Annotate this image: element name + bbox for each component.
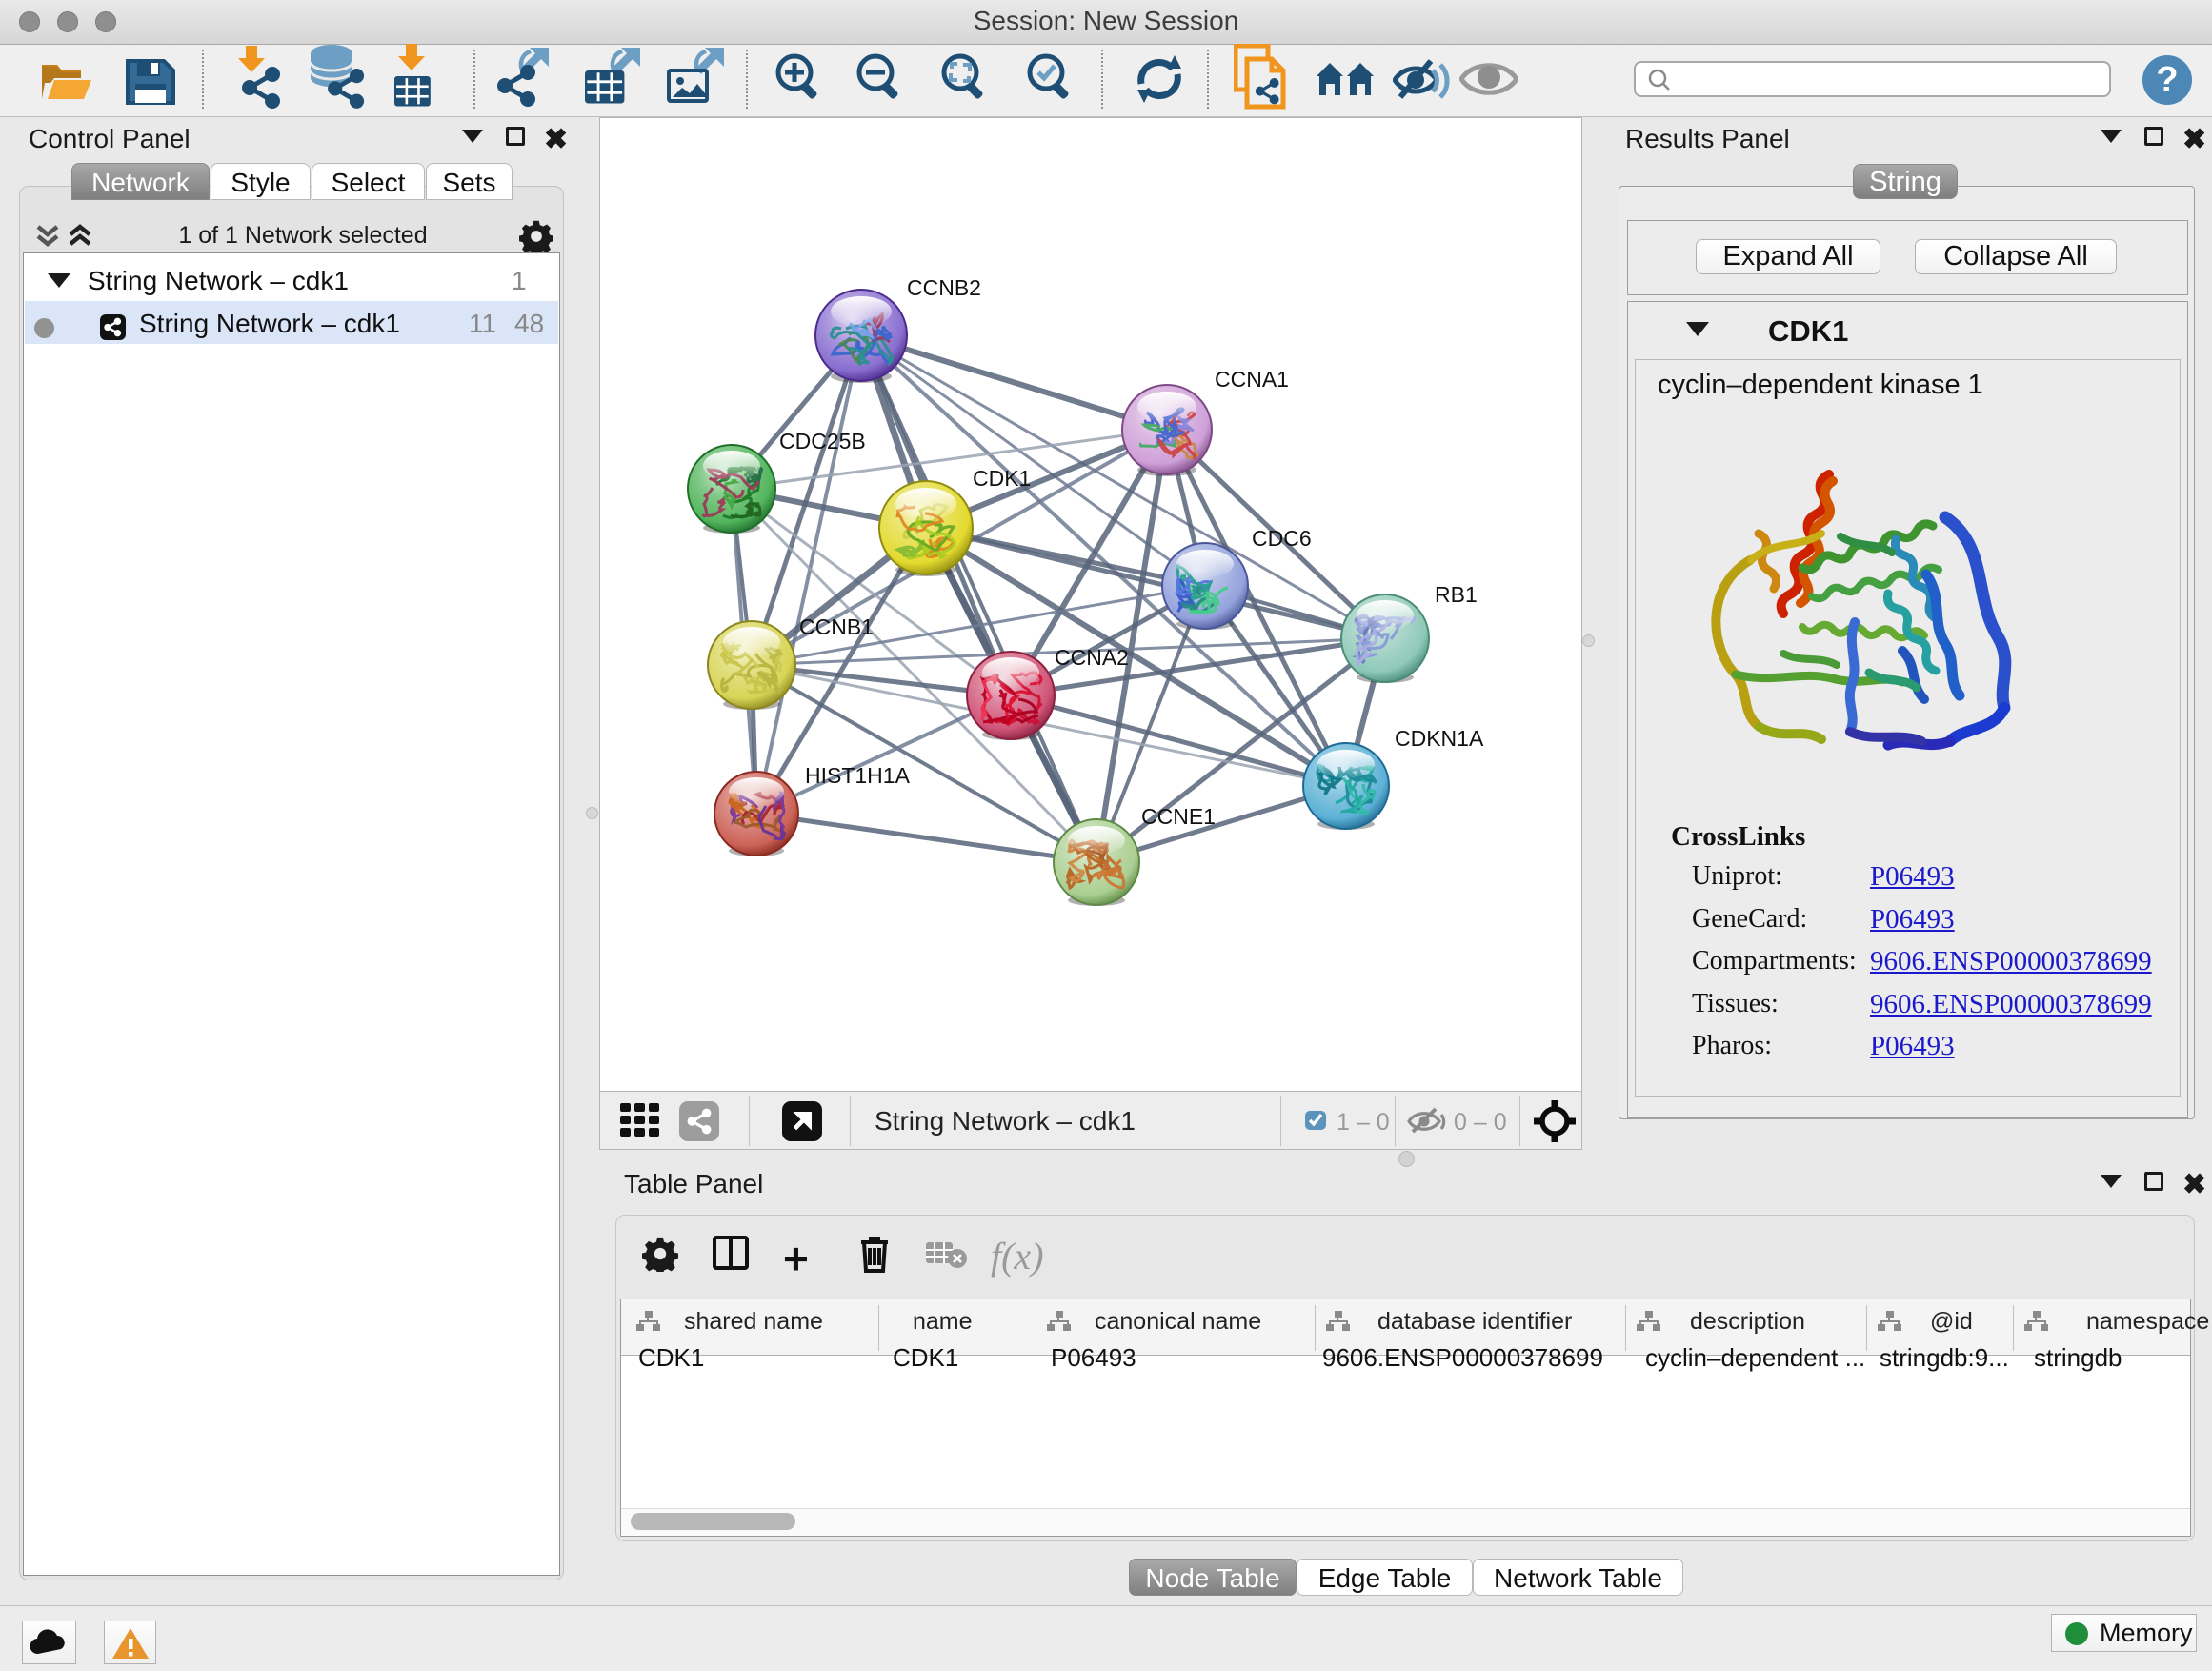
svg-text:RB1: RB1 bbox=[1435, 582, 1478, 607]
svg-text:CDKN1A: CDKN1A bbox=[1395, 726, 1484, 751]
svg-text:CCNA2: CCNA2 bbox=[1055, 645, 1129, 670]
svg-text:CDC25B: CDC25B bbox=[779, 429, 866, 453]
svg-text:HIST1H1A: HIST1H1A bbox=[805, 763, 911, 788]
svg-text:CCNE1: CCNE1 bbox=[1141, 804, 1216, 829]
svg-text:CCNB2: CCNB2 bbox=[907, 275, 981, 300]
svg-text:CCNA1: CCNA1 bbox=[1215, 367, 1289, 392]
svg-text:CDK1: CDK1 bbox=[973, 466, 1031, 491]
svg-text:CCNB1: CCNB1 bbox=[799, 614, 874, 639]
svg-text:CDC6: CDC6 bbox=[1252, 526, 1312, 551]
